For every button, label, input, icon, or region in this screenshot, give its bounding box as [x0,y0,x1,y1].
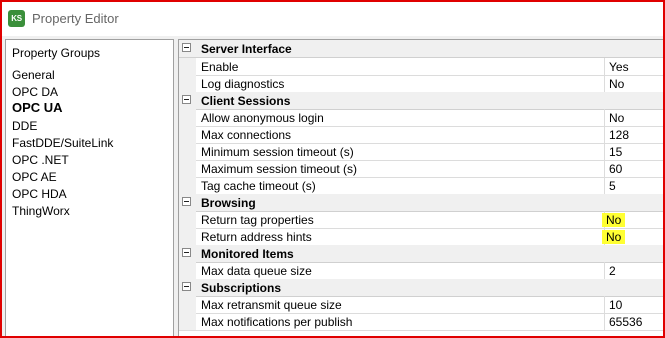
category-monitored-items[interactable]: Monitored Items [179,245,663,263]
property-value[interactable]: 5 [609,179,616,193]
property-value[interactable]: 65536 [609,315,642,329]
collapse-icon[interactable] [182,95,191,104]
property-name: Log diagnostics [201,77,285,91]
property-name: Return tag properties [201,213,314,227]
property-row-tag-cache-timeout[interactable]: Tag cache timeout (s) 5 [179,177,663,195]
group-item-general[interactable]: General [12,68,55,82]
category-label: Browsing [201,196,256,210]
row-gutter [179,109,196,126]
property-value[interactable]: Yes [609,60,629,74]
column-divider [604,75,605,92]
property-name: Max data queue size [201,264,312,278]
property-value[interactable]: 60 [609,162,622,176]
collapse-icon[interactable] [182,43,191,52]
property-value[interactable]: No [609,111,624,125]
category-server-interface[interactable]: Server Interface [179,40,663,58]
collapse-icon[interactable] [182,197,191,206]
property-name: Max notifications per publish [201,315,353,329]
row-gutter [179,313,196,330]
property-row-return-tag-properties[interactable]: Return tag properties No [179,211,663,229]
property-groups-header: Property Groups [12,46,101,60]
column-divider [604,126,605,143]
group-item-thingworx[interactable]: ThingWorx [12,204,70,218]
property-grid: Server Interface Enable Yes Log diagnost… [178,39,663,336]
row-gutter [179,58,196,75]
property-value[interactable]: 10 [609,298,622,312]
collapse-icon[interactable] [182,248,191,257]
property-name: Return address hints [201,230,312,244]
property-row-max-retransmit-queue-size[interactable]: Max retransmit queue size 10 [179,296,663,314]
group-item-opc-net[interactable]: OPC .NET [12,153,69,167]
property-value[interactable]: 15 [609,145,622,159]
property-row-minimum-session-timeout[interactable]: Minimum session timeout (s) 15 [179,143,663,161]
title-bar: KS Property Editor [2,2,663,36]
property-row-max-data-queue-size[interactable]: Max data queue size 2 [179,262,663,280]
group-item-opc-ae[interactable]: OPC AE [12,170,57,184]
column-divider [604,313,605,330]
row-gutter [179,211,196,228]
category-label: Monitored Items [201,247,294,261]
property-value[interactable]: 128 [609,128,629,142]
property-value-highlighted[interactable]: No [602,230,626,244]
property-row-maximum-session-timeout[interactable]: Maximum session timeout (s) 60 [179,160,663,178]
row-gutter [179,160,196,177]
row-gutter [179,126,196,143]
property-row-max-connections[interactable]: Max connections 128 [179,126,663,144]
category-browsing[interactable]: Browsing [179,194,663,212]
group-item-opc-hda[interactable]: OPC HDA [12,187,67,201]
category-client-sessions[interactable]: Client Sessions [179,92,663,110]
row-gutter [179,143,196,160]
property-row-enable[interactable]: Enable Yes [179,58,663,76]
property-name: Tag cache timeout (s) [201,179,316,193]
category-label: Client Sessions [201,94,291,108]
column-divider [604,262,605,279]
property-name: Enable [201,60,239,74]
group-item-dde[interactable]: DDE [12,119,37,133]
property-name: Max connections [201,128,292,142]
group-item-fastdde-suitelink[interactable]: FastDDE/SuiteLink [12,136,113,150]
column-divider [604,177,605,194]
property-value[interactable]: No [609,77,624,91]
category-label: Server Interface [201,42,292,56]
row-gutter [179,262,196,279]
column-divider [604,160,605,177]
property-groups-panel: Property Groups General OPC DA OPC UA DD… [5,39,174,336]
property-name: Allow anonymous login [201,111,324,125]
group-item-opc-da[interactable]: OPC DA [12,85,58,99]
group-item-opc-ua[interactable]: OPC UA [12,101,63,115]
property-editor-window: KS Property Editor Property Groups Gener… [0,0,665,338]
column-divider [604,109,605,126]
column-divider [604,296,605,313]
property-row-max-notifications-per-publish[interactable]: Max notifications per publish 65536 [179,313,663,331]
property-name: Max retransmit queue size [201,298,342,312]
category-subscriptions[interactable]: Subscriptions [179,279,663,297]
property-name: Maximum session timeout (s) [201,162,358,176]
property-row-log-diagnostics[interactable]: Log diagnostics No [179,75,663,93]
row-gutter [179,75,196,92]
property-row-allow-anonymous-login[interactable]: Allow anonymous login No [179,109,663,127]
row-gutter [179,177,196,194]
app-icon: KS [8,10,25,27]
row-gutter [179,228,196,245]
property-value-highlighted[interactable]: No [602,213,626,227]
property-value[interactable]: 2 [609,264,616,278]
collapse-icon[interactable] [182,282,191,291]
row-gutter [179,296,196,313]
window-title: Property Editor [32,11,119,26]
column-divider [604,58,605,75]
column-divider [604,143,605,160]
property-row-return-address-hints[interactable]: Return address hints No [179,228,663,246]
property-name: Minimum session timeout (s) [201,145,354,159]
category-label: Subscriptions [201,281,282,295]
